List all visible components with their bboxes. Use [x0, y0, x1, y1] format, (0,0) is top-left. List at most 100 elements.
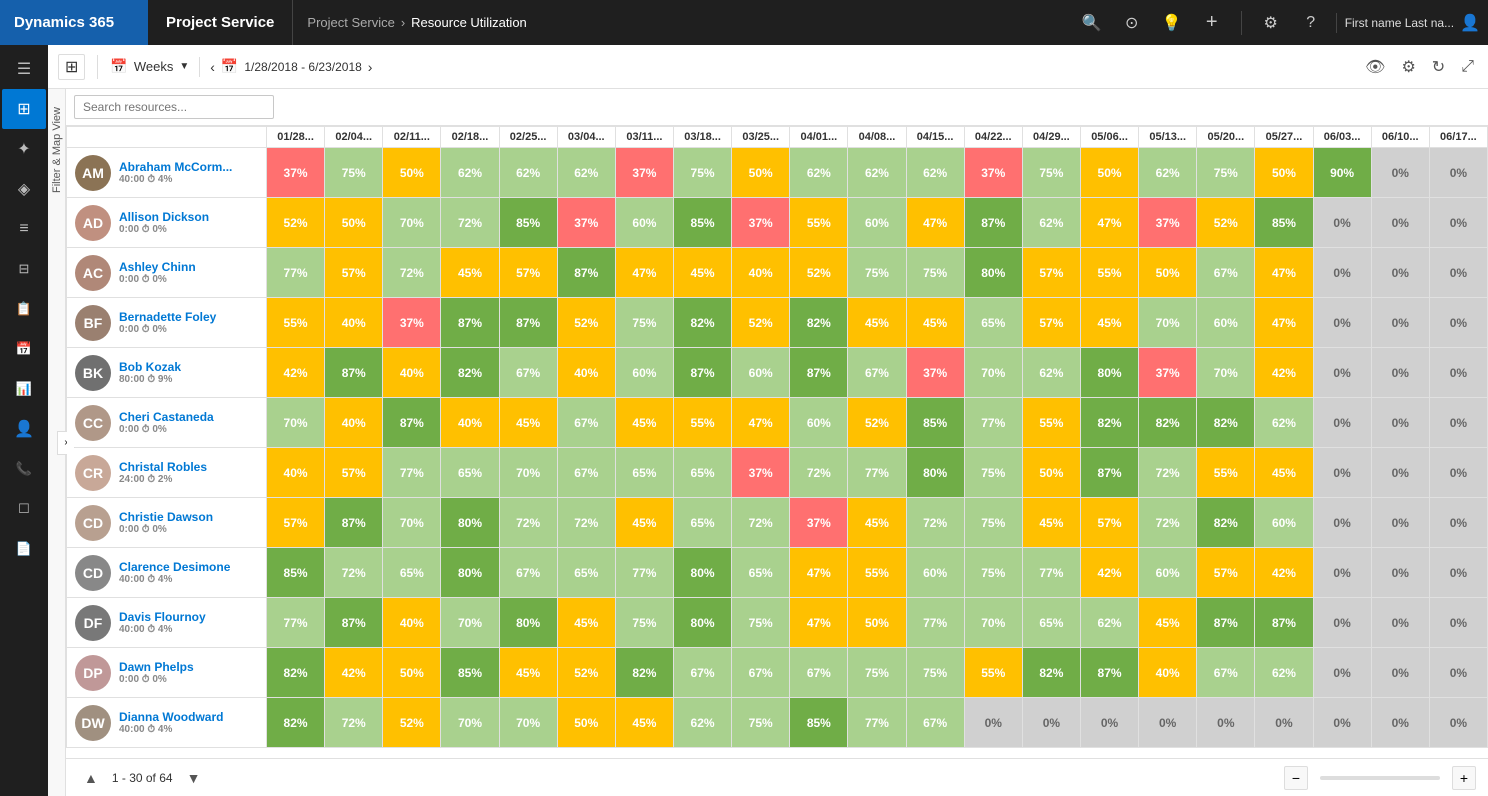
utilization-cell[interactable]: 87%	[964, 198, 1022, 248]
settings-icon[interactable]: ⚙	[1256, 13, 1286, 33]
utilization-cell[interactable]: 52%	[790, 248, 848, 298]
utilization-cell[interactable]: 47%	[1255, 248, 1313, 298]
dynamics365-logo[interactable]: Dynamics 365	[0, 0, 148, 45]
utilization-cell[interactable]: 40%	[1139, 648, 1197, 698]
utilization-cell[interactable]: 65%	[964, 298, 1022, 348]
resource-name[interactable]: Ashley Chinn	[119, 260, 196, 274]
utilization-cell[interactable]: 87%	[790, 348, 848, 398]
utilization-cell[interactable]: 67%	[499, 348, 557, 398]
resource-name[interactable]: Dawn Phelps	[119, 660, 194, 674]
utilization-cell[interactable]: 80%	[964, 248, 1022, 298]
utilization-cell[interactable]: 50%	[1022, 448, 1080, 498]
utilization-cell[interactable]: 47%	[732, 398, 790, 448]
utilization-cell[interactable]: 0%	[1313, 598, 1371, 648]
utilization-cell[interactable]: 37%	[557, 198, 615, 248]
utilization-cell[interactable]: 62%	[1080, 598, 1138, 648]
utilization-cell[interactable]: 52%	[1197, 198, 1255, 248]
weeks-dropdown-icon[interactable]: ▼	[179, 61, 189, 72]
utilization-cell[interactable]: 37%	[732, 448, 790, 498]
utilization-cell[interactable]: 60%	[615, 198, 673, 248]
utilization-cell[interactable]: 67%	[499, 548, 557, 598]
zoom-in-btn[interactable]: +	[1452, 766, 1476, 790]
utilization-cell[interactable]: 45%	[673, 248, 731, 298]
utilization-cell[interactable]: 0%	[1313, 198, 1371, 248]
utilization-cell[interactable]: 62%	[1139, 148, 1197, 198]
utilization-cell[interactable]: 0%	[1313, 248, 1371, 298]
utilization-cell[interactable]: 72%	[325, 548, 383, 598]
utilization-cell[interactable]: 47%	[615, 248, 673, 298]
utilization-cell[interactable]: 57%	[499, 248, 557, 298]
utilization-cell[interactable]: 72%	[557, 498, 615, 548]
utilization-cell[interactable]: 77%	[1022, 548, 1080, 598]
utilization-cell[interactable]: 80%	[673, 598, 731, 648]
filter-map-panel[interactable]: Filter & Map View ›	[48, 89, 66, 796]
utilization-cell[interactable]: 55%	[1080, 248, 1138, 298]
sidebar-calendar-icon[interactable]: 📅	[2, 329, 46, 369]
utilization-cell[interactable]: 72%	[383, 248, 441, 298]
utilization-cell[interactable]: 87%	[383, 398, 441, 448]
utilization-cell[interactable]: 0%	[1313, 548, 1371, 598]
utilization-cell[interactable]: 77%	[267, 598, 325, 648]
utilization-cell[interactable]: 75%	[1197, 148, 1255, 198]
resource-name[interactable]: Christal Robles	[119, 460, 207, 474]
utilization-cell[interactable]: 50%	[732, 148, 790, 198]
utilization-cell[interactable]: 0%	[1371, 698, 1429, 748]
resource-name[interactable]: Bob Kozak	[119, 360, 181, 374]
utilization-cell[interactable]: 72%	[499, 498, 557, 548]
utilization-cell[interactable]: 87%	[499, 298, 557, 348]
utilization-cell[interactable]: 37%	[906, 348, 964, 398]
utilization-cell[interactable]: 45%	[1022, 498, 1080, 548]
utilization-cell[interactable]: 0%	[1313, 698, 1371, 748]
utilization-cell[interactable]: 37%	[732, 198, 790, 248]
utilization-cell[interactable]: 70%	[964, 598, 1022, 648]
utilization-cell[interactable]: 47%	[790, 548, 848, 598]
sidebar-square-icon[interactable]: ☐	[2, 489, 46, 529]
sync-icon[interactable]: ⊙	[1117, 13, 1147, 33]
utilization-cell[interactable]: 62%	[906, 148, 964, 198]
utilization-cell[interactable]: 52%	[267, 198, 325, 248]
utilization-cell[interactable]: 75%	[732, 698, 790, 748]
utilization-cell[interactable]: 52%	[557, 298, 615, 348]
resource-name[interactable]: Bernadette Foley	[119, 310, 216, 324]
utilization-cell[interactable]: 45%	[499, 398, 557, 448]
utilization-cell[interactable]: 0%	[1429, 548, 1487, 598]
utilization-cell[interactable]: 0%	[1371, 448, 1429, 498]
utilization-cell[interactable]: 55%	[1022, 398, 1080, 448]
utilization-cell[interactable]: 0%	[1313, 498, 1371, 548]
utilization-cell[interactable]: 70%	[383, 498, 441, 548]
utilization-cell[interactable]: 72%	[732, 498, 790, 548]
utilization-cell[interactable]: 45%	[557, 598, 615, 648]
utilization-cell[interactable]: 82%	[1139, 398, 1197, 448]
utilization-cell[interactable]: 77%	[383, 448, 441, 498]
utilization-cell[interactable]: 65%	[673, 448, 731, 498]
sidebar-list2-icon[interactable]: ⊟	[2, 249, 46, 289]
utilization-cell[interactable]: 82%	[1197, 398, 1255, 448]
utilization-cell[interactable]: 85%	[790, 698, 848, 748]
utilization-cell[interactable]: 87%	[325, 598, 383, 648]
utilization-cell[interactable]: 0%	[1371, 498, 1429, 548]
sidebar-report-icon[interactable]: 📊	[2, 369, 46, 409]
utilization-cell[interactable]: 65%	[732, 548, 790, 598]
utilization-cell[interactable]: 70%	[499, 698, 557, 748]
utilization-cell[interactable]: 50%	[383, 148, 441, 198]
utilization-cell[interactable]: 75%	[964, 498, 1022, 548]
filter-settings-icon[interactable]: ⚙	[1397, 53, 1419, 81]
utilization-cell[interactable]: 62%	[1022, 198, 1080, 248]
zoom-out-btn[interactable]: −	[1284, 766, 1308, 790]
utilization-cell[interactable]: 60%	[1197, 298, 1255, 348]
utilization-cell[interactable]: 75%	[848, 248, 906, 298]
utilization-cell[interactable]: 42%	[267, 348, 325, 398]
utilization-cell[interactable]: 60%	[615, 348, 673, 398]
utilization-cell[interactable]: 40%	[325, 398, 383, 448]
utilization-cell[interactable]: 65%	[1022, 598, 1080, 648]
utilization-cell[interactable]: 82%	[267, 648, 325, 698]
utilization-cell[interactable]: 40%	[325, 298, 383, 348]
utilization-cell[interactable]: 80%	[673, 548, 731, 598]
utilization-cell[interactable]: 80%	[499, 598, 557, 648]
utilization-cell[interactable]: 40%	[732, 248, 790, 298]
utilization-cell[interactable]: 65%	[615, 448, 673, 498]
resource-name[interactable]: Abraham McCorm...	[119, 160, 232, 174]
view-toggle-icon[interactable]: 👁	[1361, 53, 1389, 81]
utilization-cell[interactable]: 0%	[1313, 648, 1371, 698]
utilization-cell[interactable]: 52%	[557, 648, 615, 698]
